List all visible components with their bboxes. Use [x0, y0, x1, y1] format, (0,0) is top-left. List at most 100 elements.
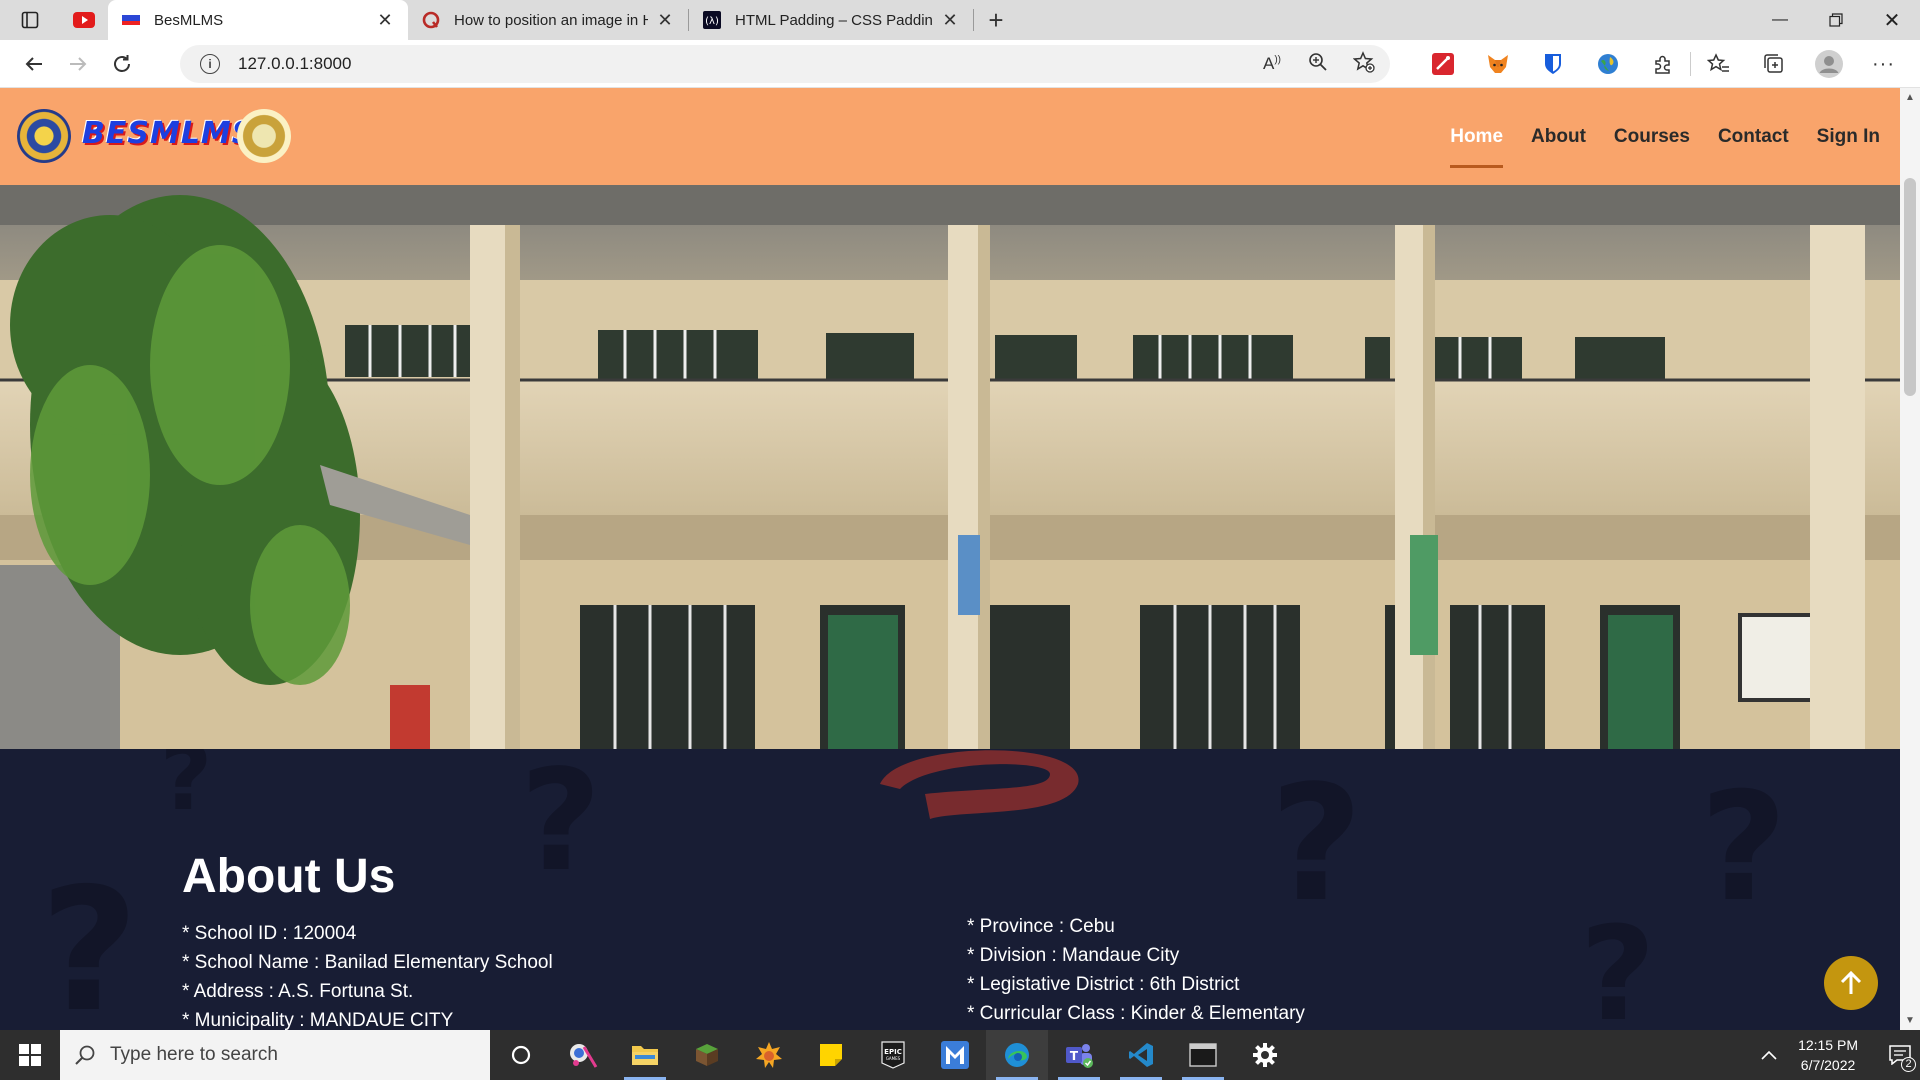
- site-header: BESMLMS Home About Courses Contact Sign …: [0, 88, 1900, 185]
- windows-start-icon[interactable]: [0, 1030, 60, 1080]
- school-district: * Legistative District : 6th District: [967, 974, 1240, 995]
- tab-besmlms[interactable]: BesMLMS ✕: [108, 0, 408, 40]
- add-favorite-icon[interactable]: [1350, 50, 1378, 78]
- restore-icon[interactable]: [1808, 0, 1864, 40]
- webpage: BESMLMS Home About Courses Contact Sign …: [0, 88, 1900, 1030]
- school-name: * School Name : Banilad Elementary Schoo…: [182, 952, 553, 973]
- pdf-extension-icon[interactable]: [1415, 40, 1470, 88]
- cortana-icon[interactable]: [490, 1030, 552, 1080]
- new-tab-button[interactable]: +: [974, 0, 1018, 40]
- quora-favicon: [422, 11, 440, 29]
- svg-text:?: ?: [160, 749, 212, 831]
- forward-icon[interactable]: [56, 44, 100, 84]
- arrow-up-icon: [1840, 970, 1862, 994]
- edge-browser-icon[interactable]: [986, 1030, 1048, 1080]
- search-icon: [75, 1045, 95, 1065]
- url-text: 127.0.0.1:8000: [238, 54, 352, 73]
- svg-text:?: ?: [1580, 898, 1655, 1030]
- vscode-icon[interactable]: [1110, 1030, 1172, 1080]
- svg-text:(λ): (λ): [705, 16, 719, 27]
- back-to-top-button[interactable]: [1824, 956, 1878, 1010]
- read-aloud-icon[interactable]: A)): [1258, 54, 1286, 74]
- back-icon[interactable]: [12, 44, 56, 84]
- minimize-icon[interactable]: —: [1752, 0, 1808, 40]
- nav-sign-in[interactable]: Sign In: [1817, 118, 1880, 156]
- extensions-area: ···: [1415, 40, 1911, 88]
- close-tab-icon[interactable]: ✕: [941, 10, 959, 31]
- about-heading: About Us: [182, 850, 396, 903]
- page-scrollbar[interactable]: ▲ ▼: [1900, 88, 1920, 1030]
- site-info-icon[interactable]: i: [200, 54, 220, 74]
- svg-text:?: ?: [1270, 750, 1363, 937]
- school-division: * Division : Mandaue City: [967, 945, 1180, 966]
- scrollbar-thumb[interactable]: [1904, 178, 1916, 396]
- tab-title: HTML Padding – CSS Padding Or: [735, 11, 933, 29]
- snipping-tool-icon[interactable]: [552, 1030, 614, 1080]
- hero-school-photo: [0, 185, 1900, 749]
- system-tray: 12:15 PM 6/7/2022 2: [1754, 1030, 1920, 1080]
- svg-text:?: ?: [520, 749, 601, 903]
- close-tab-icon[interactable]: ✕: [376, 10, 394, 31]
- close-tab-icon[interactable]: ✕: [656, 10, 674, 31]
- youtube-pinned-tab[interactable]: [60, 0, 108, 40]
- settings-gear-icon[interactable]: [1234, 1030, 1296, 1080]
- browser-toolbar: i 127.0.0.1:8000 A)) ···: [0, 40, 1920, 88]
- chevron-up-icon[interactable]: [1754, 1047, 1784, 1063]
- about-section: ? ? ? ? ? ? About Us * School ID : 12000…: [0, 749, 1900, 1030]
- besmlms-favicon: [122, 11, 140, 29]
- school-curricular-class: * Curricular Class : Kinder & Elementary: [967, 1003, 1305, 1024]
- school-municipality: * Municipality : MANDAUE CITY: [182, 1010, 454, 1030]
- brand-logo[interactable]: BESMLMS: [82, 116, 254, 151]
- extensions-puzzle-icon[interactable]: [1635, 40, 1690, 88]
- minecraft-icon[interactable]: [676, 1030, 738, 1080]
- terminal-icon[interactable]: [1172, 1030, 1234, 1080]
- main-nav: Home About Courses Contact Sign In: [1422, 88, 1880, 185]
- school-province: * Province : Cebu: [967, 916, 1115, 937]
- epic-games-icon[interactable]: EPIC GAMES: [862, 1030, 924, 1080]
- game-app-icon[interactable]: [738, 1030, 800, 1080]
- tab-quora[interactable]: How to position an image in HTML ✕: [408, 0, 688, 40]
- scroll-down-icon[interactable]: ▼: [1900, 1015, 1920, 1026]
- metamask-icon[interactable]: [1470, 40, 1525, 88]
- window-controls: — ✕: [1752, 0, 1920, 40]
- nav-contact[interactable]: Contact: [1718, 118, 1789, 156]
- zoom-icon[interactable]: [1304, 52, 1332, 77]
- tab-title: BesMLMS: [154, 11, 224, 29]
- nav-home[interactable]: Home: [1450, 118, 1503, 168]
- address-bar[interactable]: i 127.0.0.1:8000 A)): [180, 45, 1390, 83]
- close-window-icon[interactable]: ✕: [1864, 0, 1920, 40]
- clock-time: 12:15 PM: [1798, 1037, 1858, 1053]
- nav-about[interactable]: About: [1531, 118, 1586, 156]
- svg-text:GAMES: GAMES: [886, 1056, 901, 1061]
- tab-freecodecamp[interactable]: (λ) HTML Padding – CSS Padding Or ✕: [689, 0, 973, 40]
- clock[interactable]: 12:15 PM 6/7/2022: [1798, 1035, 1858, 1075]
- favorites-icon[interactable]: [1691, 40, 1746, 88]
- bitwarden-icon[interactable]: [1525, 40, 1580, 88]
- school-address: * Address : A.S. Fortuna St.: [182, 981, 414, 1002]
- freecodecamp-favicon: (λ): [703, 11, 721, 29]
- profile-avatar[interactable]: [1801, 40, 1856, 88]
- scroll-up-icon[interactable]: ▲: [1900, 92, 1920, 103]
- windows-taskbar: Type here to search EPIC GAMES T 12:15 P…: [0, 1030, 1920, 1080]
- svg-text:T: T: [1070, 1049, 1079, 1063]
- globe-extension-icon[interactable]: [1580, 40, 1635, 88]
- refresh-icon[interactable]: [100, 44, 144, 84]
- taskbar-search[interactable]: Type here to search: [60, 1030, 490, 1080]
- file-explorer-icon[interactable]: [614, 1030, 676, 1080]
- tab-title: How to position an image in HTML: [454, 11, 648, 29]
- notifications-icon[interactable]: 2: [1880, 1030, 1920, 1080]
- deped-seal-logo: [237, 109, 291, 163]
- school-building-illustration: [0, 185, 1900, 749]
- nav-courses[interactable]: Courses: [1614, 118, 1690, 156]
- settings-more-icon[interactable]: ···: [1856, 40, 1911, 88]
- browser-tab-bar: BesMLMS ✕ How to position an image in HT…: [0, 0, 1920, 40]
- svg-text:EPIC: EPIC: [884, 1048, 902, 1056]
- school-info-list-left: * School ID : 120004 * School Name : Ban…: [182, 919, 553, 1030]
- malwarebytes-icon[interactable]: [924, 1030, 986, 1080]
- svg-text:?: ?: [40, 852, 139, 1030]
- tab-actions-icon[interactable]: [0, 0, 60, 40]
- collections-icon[interactable]: [1746, 40, 1801, 88]
- sticky-notes-icon[interactable]: [800, 1030, 862, 1080]
- teams-icon[interactable]: T: [1048, 1030, 1110, 1080]
- school-seal-logo: [17, 109, 71, 163]
